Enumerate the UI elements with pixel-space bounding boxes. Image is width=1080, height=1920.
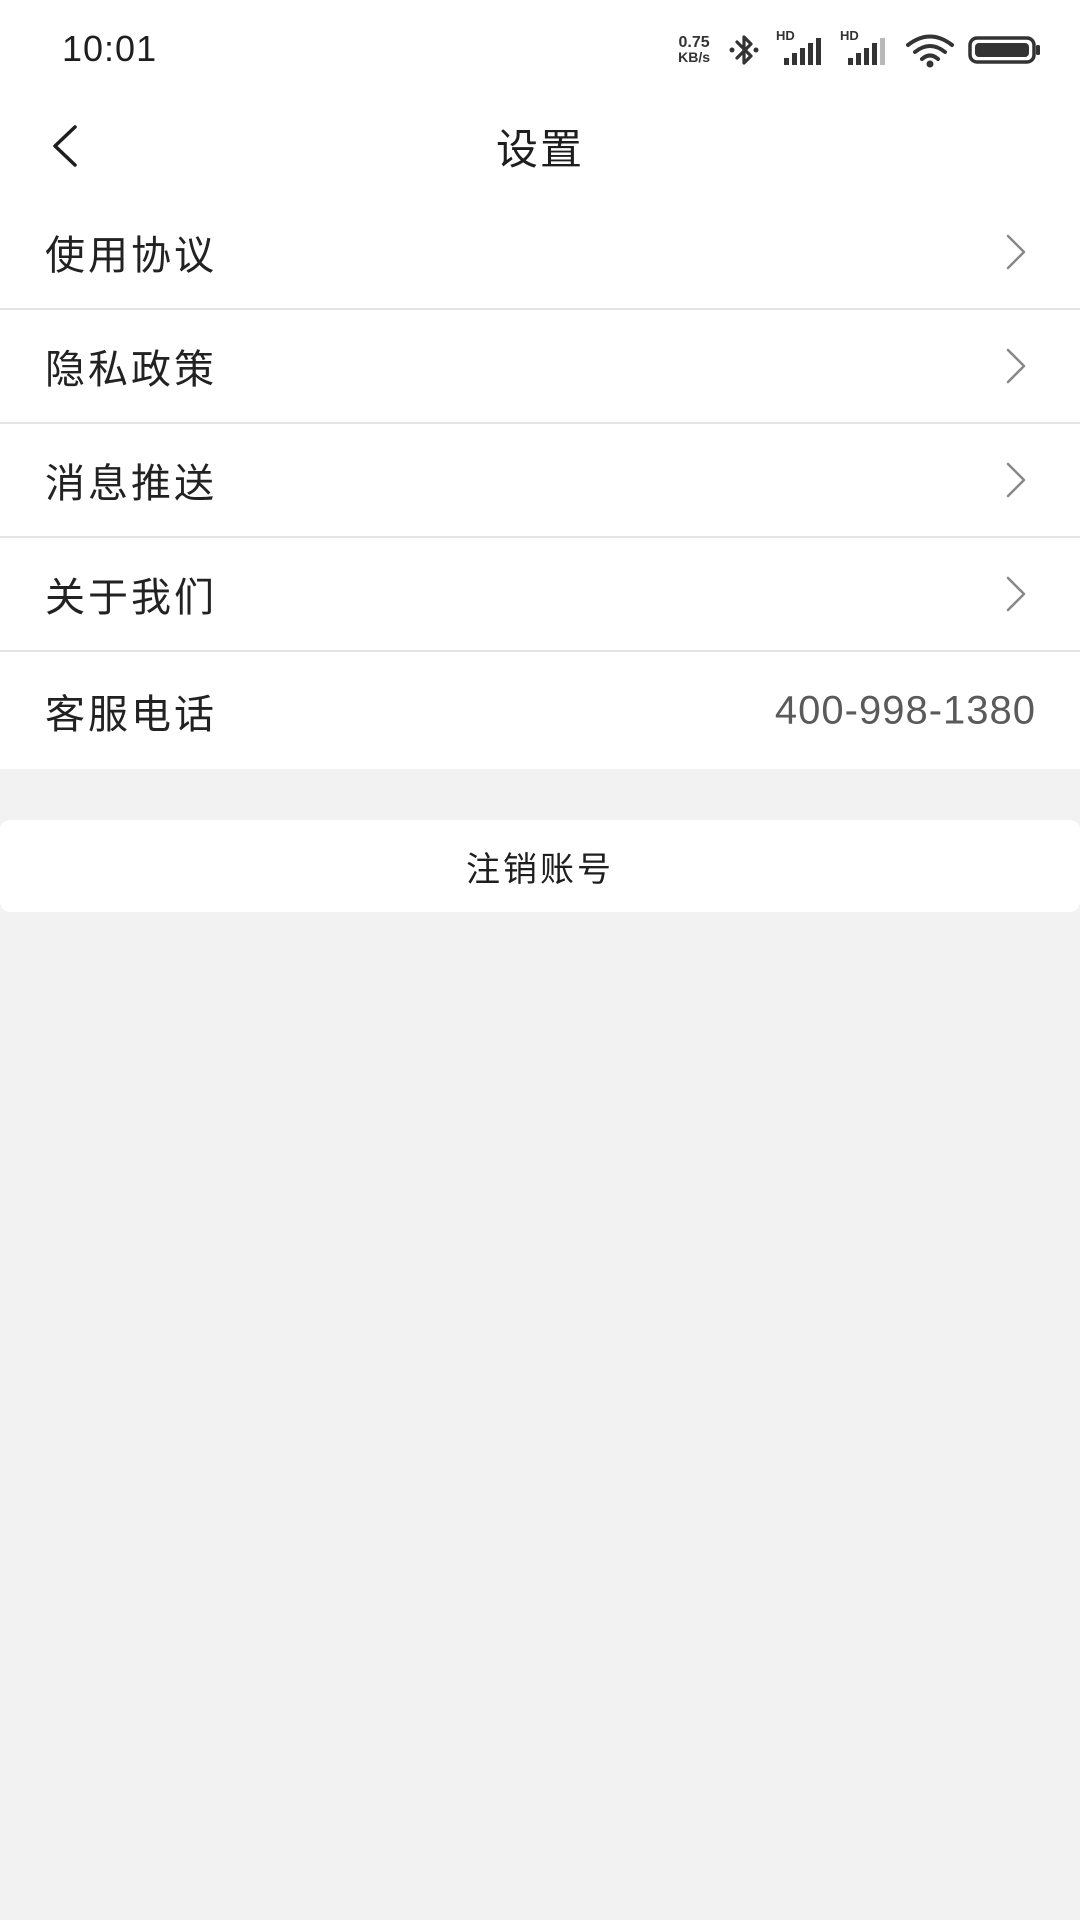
settings-item-customer-service-phone[interactable]: 客服电话 400-998-1380 <box>0 652 1080 769</box>
signal-hd-label: HD <box>776 28 795 43</box>
settings-item-privacy-policy[interactable]: 隐私政策 <box>0 310 1080 424</box>
net-speed-value: 0.75 <box>678 34 710 51</box>
chevron-right-icon <box>1006 576 1026 612</box>
settings-item-label: 使用协议 <box>45 233 217 279</box>
status-icons: 0.75 KB/s HD HD <box>678 28 1042 70</box>
deactivate-account-button[interactable]: 注销账号 <box>0 820 1080 912</box>
chevron-right-icon <box>1006 462 1026 498</box>
settings-item-about-us[interactable]: 关于我们 <box>0 538 1080 652</box>
chevron-right-icon <box>1006 348 1026 384</box>
deactivate-account-label: 注销账号 <box>466 849 614 890</box>
status-time: 10:01 <box>62 28 158 69</box>
status-bar: 10:01 0.75 KB/s HD HD <box>0 0 1080 96</box>
settings-item-label: 隐私政策 <box>45 347 217 393</box>
chevron-right-icon <box>1006 234 1026 270</box>
settings-item-push-notifications[interactable]: 消息推送 <box>0 424 1080 538</box>
customer-service-phone-number[interactable]: 400-998-1380 <box>775 688 1036 733</box>
settings-list: 使用协议 隐私政策 消息推送 关于我们 客服电话 400-998-1380 <box>0 196 1080 769</box>
wifi-icon <box>904 30 956 70</box>
page-title: 设置 <box>495 125 584 174</box>
signal-icon: HD <box>840 28 892 70</box>
settings-item-label: 消息推送 <box>45 461 217 507</box>
net-speed-unit: KB/s <box>678 49 710 65</box>
settings-item-label: 关于我们 <box>45 575 217 621</box>
nav-bar: 设置 <box>0 96 1080 196</box>
signal-icon: HD <box>776 28 828 70</box>
settings-item-label: 客服电话 <box>45 691 217 738</box>
battery-icon <box>968 30 1042 70</box>
settings-item-user-agreement[interactable]: 使用协议 <box>0 196 1080 310</box>
net-speed-indicator: 0.75 KB/s <box>678 35 710 65</box>
signal-hd-label: HD <box>840 28 859 43</box>
bluetooth-icon <box>724 30 764 70</box>
